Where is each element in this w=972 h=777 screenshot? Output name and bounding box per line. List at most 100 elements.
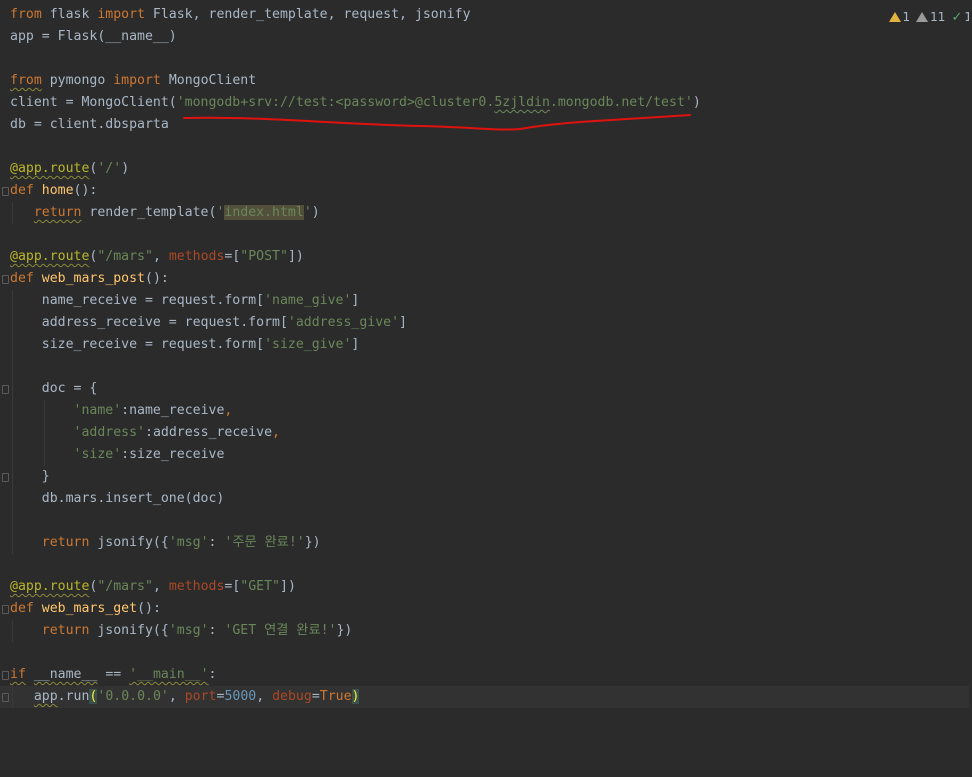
code-token: app = Flask(__name__) bbox=[10, 29, 177, 44]
code-token: name_receive = request.form[ bbox=[10, 293, 265, 308]
code-token: ]) bbox=[280, 579, 296, 594]
code-token: ] bbox=[351, 293, 360, 308]
code-line[interactable]: size_receive = request.form['size_give'] bbox=[0, 334, 972, 356]
code-line[interactable]: @app.route("/mars", methods=["POST"]) bbox=[0, 246, 972, 268]
code-line[interactable]: } bbox=[0, 466, 972, 488]
code-token: ) bbox=[351, 689, 360, 704]
code-line[interactable]: return render_template('index.html') bbox=[0, 202, 972, 224]
code-line[interactable]: @app.route("/mars", methods=["GET"]) bbox=[0, 576, 972, 598]
code-area[interactable]: from flask import Flask, render_template… bbox=[0, 4, 972, 708]
code-token: .mongodb.net/test' bbox=[549, 95, 693, 110]
code-line[interactable]: def home(): bbox=[0, 180, 972, 202]
fold-marker-icon[interactable] bbox=[2, 671, 9, 680]
code-line[interactable]: return jsonify({'msg': 'GET 연결 완료!'}) bbox=[0, 620, 972, 642]
fold-marker-icon[interactable] bbox=[2, 605, 9, 614]
code-token: ] bbox=[399, 315, 407, 330]
fold-marker-icon[interactable] bbox=[2, 385, 9, 394]
code-token: =[ bbox=[224, 249, 241, 264]
code-token: 5000 bbox=[224, 689, 257, 704]
code-token: }) bbox=[336, 623, 353, 638]
code-token: 'GET 연결 완료!' bbox=[224, 623, 337, 638]
code-line[interactable]: def web_mars_get(): bbox=[0, 598, 972, 620]
code-editor[interactable]: from flask import Flask, render_template… bbox=[0, 0, 972, 777]
code-token: flask bbox=[41, 7, 98, 22]
code-line[interactable]: name_receive = request.form['name_give'] bbox=[0, 290, 972, 312]
code-line[interactable]: @app.route('/') bbox=[0, 158, 972, 180]
indent-guide bbox=[12, 290, 13, 554]
code-token: jsonify({ bbox=[89, 623, 169, 638]
code-token: 'size_give' bbox=[264, 337, 352, 352]
code-line[interactable]: db.mars.insert_one(doc) bbox=[0, 488, 972, 510]
code-token: (): bbox=[145, 271, 169, 286]
code-token: '주문 완료!' bbox=[224, 535, 305, 550]
code-line[interactable]: 'size':size_receive bbox=[0, 444, 972, 466]
code-token: @app.route bbox=[10, 249, 90, 264]
code-token: 'mongodb+srv://test:<password>@cluster0. bbox=[176, 95, 495, 110]
inspection-widget[interactable]: 1 11 ✓ 1 bbox=[888, 8, 972, 26]
warnings-counter[interactable]: 1 bbox=[888, 10, 911, 24]
code-line[interactable]: db = client.dbsparta bbox=[0, 114, 972, 136]
code-token: ] bbox=[351, 337, 360, 352]
code-line[interactable]: if __name__ == '__main__': bbox=[0, 664, 972, 686]
code-token: = bbox=[311, 689, 320, 704]
fold-marker-icon[interactable] bbox=[2, 693, 9, 702]
code-token: 'msg' bbox=[168, 623, 209, 638]
fold-marker-icon[interactable] bbox=[2, 187, 9, 196]
code-line[interactable] bbox=[0, 642, 972, 664]
code-token: @app.route bbox=[10, 161, 90, 176]
code-token: :size_receive bbox=[121, 447, 225, 462]
code-token: '0.0.0.0' bbox=[97, 689, 169, 704]
code-token: methods bbox=[168, 579, 225, 594]
code-line[interactable]: client = MongoClient('mongodb+srv://test… bbox=[0, 92, 972, 114]
code-line[interactable]: app.run('0.0.0.0', port=5000, debug=True… bbox=[0, 686, 972, 708]
code-token: , bbox=[272, 425, 280, 440]
code-token: ) bbox=[121, 161, 130, 176]
code-line[interactable]: app = Flask(__name__) bbox=[0, 26, 972, 48]
code-token: __name__ bbox=[33, 667, 98, 682]
code-token: debug bbox=[272, 689, 312, 704]
code-token: return bbox=[41, 535, 90, 550]
code-line[interactable] bbox=[0, 356, 972, 378]
code-line[interactable]: 'name':name_receive, bbox=[0, 400, 972, 422]
code-token: 'address' bbox=[73, 425, 145, 440]
code-line[interactable]: 'address':address_receive, bbox=[0, 422, 972, 444]
code-token: import bbox=[113, 73, 161, 88]
code-token: "POST" bbox=[240, 249, 288, 264]
code-line[interactable] bbox=[0, 510, 972, 532]
code-line[interactable]: from pymongo import MongoClient bbox=[0, 70, 972, 92]
code-line[interactable]: address_receive = request.form['address_… bbox=[0, 312, 972, 334]
code-token: return bbox=[41, 623, 90, 638]
code-token: if bbox=[10, 667, 26, 682]
fold-marker-icon[interactable] bbox=[2, 275, 9, 284]
code-line[interactable]: def web_mars_post(): bbox=[0, 268, 972, 290]
code-token: , bbox=[152, 249, 169, 264]
code-token: return bbox=[33, 205, 82, 220]
warnings-count: 1 bbox=[902, 10, 911, 24]
fold-marker-icon[interactable] bbox=[2, 473, 9, 482]
code-token: size_receive = request.form[ bbox=[10, 337, 265, 352]
code-line[interactable]: from flask import Flask, render_template… bbox=[0, 4, 972, 26]
code-token: 'msg' bbox=[168, 535, 209, 550]
code-token: 'name_give' bbox=[264, 293, 352, 308]
code-token: methods bbox=[168, 249, 225, 264]
code-line[interactable] bbox=[0, 48, 972, 70]
code-token: "/mars" bbox=[97, 579, 153, 594]
code-line[interactable] bbox=[0, 224, 972, 246]
code-token: :name_receive bbox=[121, 403, 225, 418]
code-token: index.html bbox=[224, 205, 304, 220]
code-token: jsonify({ bbox=[89, 535, 169, 550]
weak-warnings-counter[interactable]: 11 bbox=[916, 10, 945, 24]
code-line[interactable] bbox=[0, 554, 972, 576]
weak-warning-icon bbox=[916, 12, 929, 22]
code-line[interactable] bbox=[0, 136, 972, 158]
code-token: port bbox=[184, 689, 217, 704]
code-token: (): bbox=[137, 601, 161, 616]
code-line[interactable]: doc = { bbox=[0, 378, 972, 400]
code-line[interactable]: return jsonify({'msg': '주문 완료!'}) bbox=[0, 532, 972, 554]
